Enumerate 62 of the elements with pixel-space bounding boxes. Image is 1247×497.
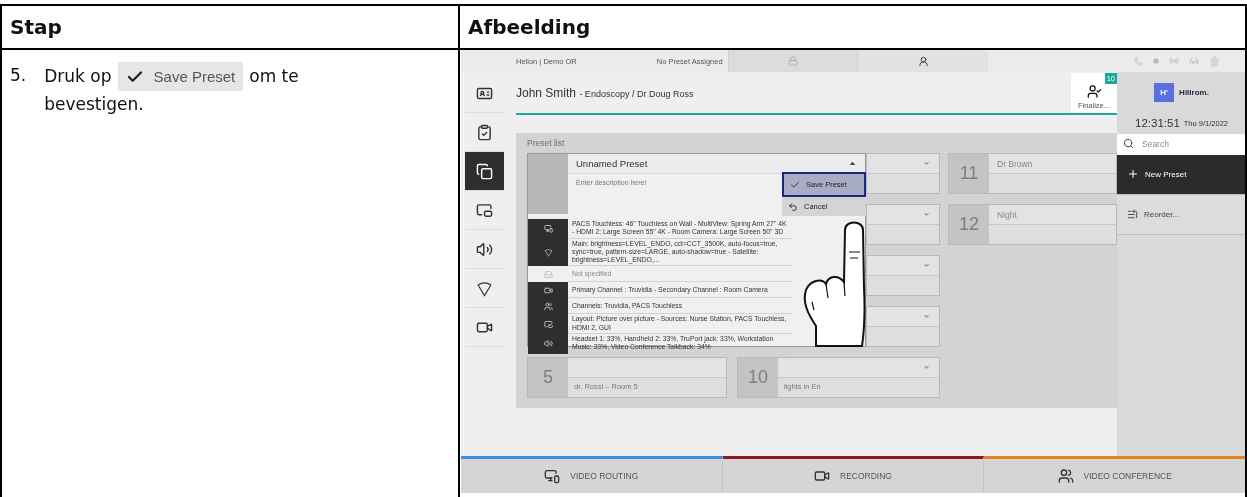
dot-icon: [1153, 58, 1159, 64]
preset-card[interactable]: [866, 306, 940, 347]
preset-number: 10: [738, 358, 778, 397]
speaker-icon: [543, 339, 553, 349]
search-icon: [1123, 138, 1134, 149]
logo-mark: H': [1154, 83, 1175, 102]
video-camera-icon: [543, 286, 553, 295]
speaker-icon: [476, 240, 493, 258]
list-icon: [1127, 209, 1138, 220]
user-check-icon: [1086, 84, 1102, 99]
clipboard-check-icon: [476, 123, 493, 141]
panel-title: Preset list: [527, 137, 566, 150]
number-block: [528, 154, 568, 214]
preset-name: Dr Brown: [997, 158, 1033, 169]
monitors-icon: [543, 224, 553, 234]
preset-number: 11: [949, 154, 989, 193]
patient-title: John Smith - Endoscopy / Dr Doug Ross: [516, 85, 695, 100]
clock-time: 12:31:51: [1135, 117, 1180, 129]
preset-card[interactable]: 12 Night: [948, 204, 1117, 245]
undo-icon: [788, 201, 798, 212]
sidebar-item[interactable]: [465, 152, 504, 191]
caret-down-icon[interactable]: [922, 363, 931, 372]
bottom-tab[interactable]: VIDEO CONFERENCE: [984, 456, 1245, 493]
preset-number: 5: [528, 358, 568, 397]
caret-down-icon[interactable]: [922, 312, 931, 321]
search-field[interactable]: Search: [1117, 133, 1245, 155]
glasses-icon: [1189, 56, 1199, 66]
action-button[interactable]: New Preset: [1117, 154, 1245, 195]
tray-icon: [543, 270, 553, 279]
bottom-tab[interactable]: RECORDING: [722, 456, 985, 493]
preset-card[interactable]: [866, 255, 940, 296]
bottom-tab[interactable]: VIDEO ROUTING: [461, 456, 723, 493]
battery-icon: [1209, 55, 1220, 67]
caret-down-icon[interactable]: [922, 210, 931, 219]
people-icon: [1057, 468, 1074, 484]
caret-down-icon[interactable]: [922, 261, 931, 270]
preset-name: Night: [997, 209, 1017, 220]
caret-down-icon[interactable]: [922, 159, 931, 168]
preset-name-field[interactable]: Unnamed Preset: [576, 158, 648, 169]
people-icon: [543, 302, 553, 311]
caret-up-icon[interactable]: [848, 159, 857, 168]
monitors-icon: [544, 468, 561, 484]
brand-name: Hillrom.: [1179, 88, 1209, 97]
column-header: Stap: [2, 6, 460, 50]
step-instruction: Druk op Save Preset om te bevestigen.: [44, 62, 385, 118]
signal-icon: [1169, 56, 1179, 66]
preset-card[interactable]: [866, 204, 940, 245]
plus-icon: [1127, 168, 1139, 180]
preset-card[interactable]: 11 Dr Brown: [948, 153, 1117, 194]
stacked-squares-icon: [476, 162, 493, 180]
lock-icon[interactable]: [788, 56, 798, 66]
preset-number: 12: [949, 205, 989, 244]
preset-card[interactable]: [866, 153, 940, 194]
phone-icon: [1134, 56, 1143, 66]
person-icon[interactable]: [917, 55, 929, 67]
check-icon: [790, 179, 800, 190]
video-camera-icon: [814, 468, 831, 484]
lamp-icon: [476, 279, 493, 297]
step-number: 5.: [10, 64, 27, 87]
screens-icon: [476, 201, 493, 219]
lamp-icon: [543, 248, 553, 258]
screens-icon: [543, 319, 553, 329]
